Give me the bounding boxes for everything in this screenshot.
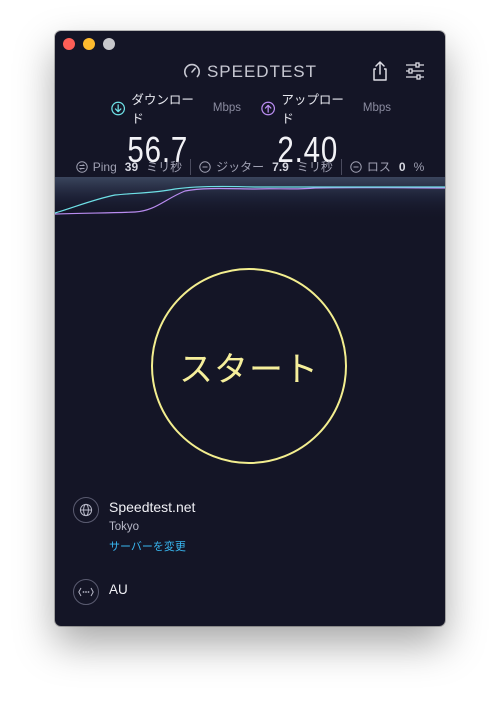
close-window-button[interactable] (63, 38, 75, 50)
minimize-window-button[interactable] (83, 38, 95, 50)
ping-value: 39 (124, 159, 139, 174)
zoom-window-button[interactable] (103, 38, 115, 50)
change-server-link[interactable]: サーバーを変更 (109, 538, 195, 554)
start-label: スタート (179, 349, 319, 390)
connection-stats: Ping 39 ミリ秒 ジッター 7.9 ミリ秒 ロス 0 % (55, 158, 445, 175)
speedometer-icon (183, 63, 200, 78)
stats-divider (340, 158, 342, 175)
server-name: Speedtest.net (109, 499, 196, 515)
upload-unit: Mbps (362, 102, 391, 114)
settings-sliders-icon[interactable] (405, 62, 425, 80)
start-test-button[interactable]: スタート (151, 268, 347, 464)
ping-icon (76, 160, 88, 173)
ping-label: Ping (92, 159, 117, 174)
server-location: Tokyo (109, 521, 140, 533)
download-arrow-icon (111, 101, 126, 115)
jitter-icon (199, 160, 211, 173)
upload-arrow-icon (261, 101, 276, 115)
window-controls (63, 38, 115, 50)
isp-name: AU (109, 581, 128, 597)
loss-label: ロス (366, 160, 391, 174)
speedtest-window: SPEEDTEST ダウンロード Mbps 56.7 アップロード Mbps 2… (55, 31, 445, 626)
packet-loss-icon (350, 160, 362, 173)
ping-unit: ミリ秒 (146, 160, 183, 174)
jitter-value: 7.9 (272, 159, 289, 174)
loss-value: 0 (398, 159, 406, 174)
globe-icon (79, 503, 93, 517)
jitter-stat: ジッター 7.9 ミリ秒 (199, 158, 333, 175)
brand-name: SPEEDTEST (206, 62, 318, 81)
server-globe-badge (73, 497, 99, 523)
share-icon[interactable] (371, 60, 389, 82)
server-info: Speedtest.net Tokyo サーバーを変更 (73, 497, 195, 554)
download-label: ダウンロード (131, 93, 194, 126)
ping-stat: Ping 39 ミリ秒 (76, 158, 182, 175)
jitter-label: ジッター (216, 160, 265, 174)
jitter-unit: ミリ秒 (296, 160, 333, 174)
isp-info: AU (73, 579, 128, 605)
upload-label: アップロード (281, 93, 344, 126)
loss-unit: % (413, 159, 425, 174)
graph-background (55, 177, 445, 221)
download-unit: Mbps (212, 102, 241, 114)
isp-badge (73, 579, 99, 605)
network-connection-icon (78, 587, 94, 597)
speed-history-graph (55, 177, 445, 221)
loss-stat: ロス 0 % (350, 158, 424, 175)
stats-divider (190, 158, 192, 175)
